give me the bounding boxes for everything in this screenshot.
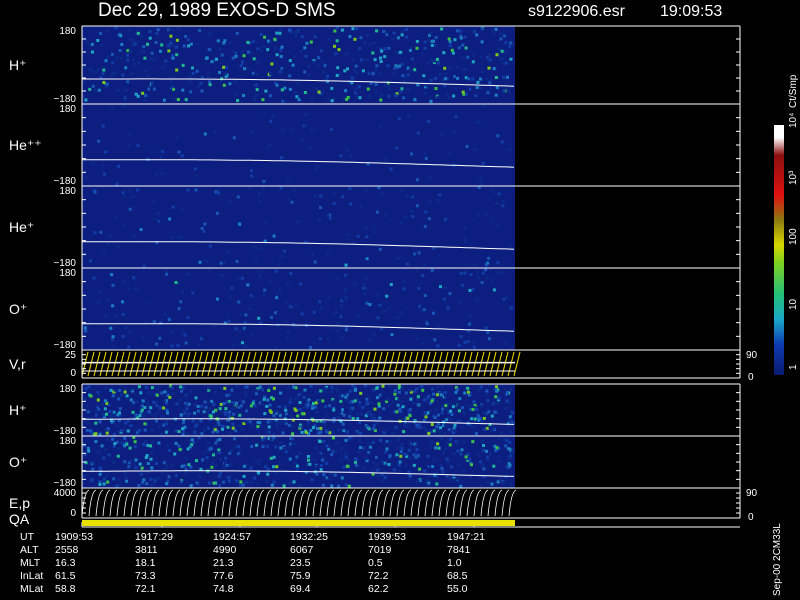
panel-label: He⁺⁺ xyxy=(9,137,42,153)
panel-ep: E,p 4000 0 90 0 xyxy=(9,487,758,523)
panel-stack: H⁺180−180He⁺⁺180−180He⁺180−180O⁺180−180V… xyxy=(9,25,758,527)
panel-label: O⁺ xyxy=(9,454,27,470)
right-max-label: 90 xyxy=(746,350,758,361)
panel-label: H⁺ xyxy=(9,402,27,418)
y-max-label: 4000 xyxy=(54,488,77,499)
y-max-label: 180 xyxy=(59,436,76,447)
ephem-cell: 75.9 xyxy=(290,570,311,582)
ephem-cell: 62.2 xyxy=(368,583,389,595)
ephem-cell: 55.0 xyxy=(447,583,468,595)
line-plot xyxy=(81,351,521,377)
ephem-cell: 3811 xyxy=(135,544,158,556)
ephem-cell: 2558 xyxy=(55,544,79,556)
plot-time: 19:09:53 xyxy=(660,3,722,20)
ephem-cell: 21.3 xyxy=(213,557,234,569)
ephem-cell: 7019 xyxy=(368,544,392,556)
ephem-cell: 69.4 xyxy=(290,583,311,595)
panel-he-pp: He⁺⁺180−180 xyxy=(9,103,741,187)
y-min-label: 0 xyxy=(70,508,76,519)
panel-o-plus-2: O⁺180−180 xyxy=(9,435,741,489)
panel-label: H⁺ xyxy=(9,57,27,73)
y-max-label: 180 xyxy=(59,268,76,279)
panel-o-plus-1: O⁺180−180 xyxy=(9,267,741,351)
ephem-cell: 23.5 xyxy=(290,557,311,569)
sms-plot-window: Dec 29, 1989 EXOS-D SMS s9122906.esr 19:… xyxy=(0,0,800,600)
ephem-cell: 6067 xyxy=(290,544,314,556)
ephem-row-label: InLat xyxy=(20,570,43,582)
right-max-label: 90 xyxy=(746,488,758,499)
panel-h-plus-1: H⁺180−180 xyxy=(9,25,741,105)
line-plot xyxy=(81,489,517,517)
panel-vr: V,r 25 0 90 0 xyxy=(9,349,758,383)
right-min-label: 0 xyxy=(748,512,754,523)
spectrogram-background xyxy=(82,186,515,268)
colorbar-label: 10⁴ xyxy=(788,113,799,128)
file-name: s9122906.esr xyxy=(528,3,626,20)
colorbar-label: 1 xyxy=(788,364,799,370)
y-min-label: 0 xyxy=(70,368,76,379)
panel-label: E,p xyxy=(9,495,30,511)
ephem-cell: 61.5 xyxy=(55,570,76,582)
ephem-cell: 1924:57 xyxy=(213,531,251,543)
ephem-cell: 1932:25 xyxy=(290,531,328,543)
qa-label: QA xyxy=(9,511,30,527)
colorbar-label: 10³ xyxy=(788,170,799,185)
side-note: Sep-00 2CM33L xyxy=(772,523,783,596)
ephem-cell: 73.3 xyxy=(135,570,156,582)
plot-title: Dec 29, 1989 EXOS-D SMS xyxy=(98,0,336,21)
y-max-label: 180 xyxy=(59,104,76,115)
ephem-cell: 1917:29 xyxy=(135,531,173,543)
plot-canvas: Dec 29, 1989 EXOS-D SMS s9122906.esr 19:… xyxy=(9,0,799,596)
ephem-cell: 7841 xyxy=(447,544,471,556)
colorbar-label: 10 xyxy=(788,298,799,310)
right-min-label: 0 xyxy=(748,372,754,383)
ephem-cell: 1.0 xyxy=(447,557,462,569)
ephem-cell: 18.1 xyxy=(135,557,156,569)
ephemeris-table: UT 1909:53 1917:29 1924:57 1932:25 1939:53 194… xyxy=(20,531,485,595)
spectrogram-background xyxy=(82,268,515,350)
ephem-row-label: MLT xyxy=(20,557,41,569)
ephem-cell: 0.5 xyxy=(368,557,383,569)
ephem-cell: 74.8 xyxy=(213,583,234,595)
colorbar-labels: 1 10 100 10³ 10⁴ xyxy=(788,113,799,370)
panel-label: He⁺ xyxy=(9,219,34,235)
ephem-cell: 16.3 xyxy=(55,557,76,569)
ephem-cell: 1947:21 xyxy=(447,531,485,543)
colorbar-unit: Ct/Smp xyxy=(788,74,799,108)
ephem-cell: 1909:53 xyxy=(55,531,93,543)
y-max-label: 180 xyxy=(59,186,76,197)
panel-label: O⁺ xyxy=(9,301,27,317)
ephem-row-label: UT xyxy=(20,531,35,543)
ephem-cell: 68.5 xyxy=(447,570,468,582)
panel-he-plus: He⁺180−180 xyxy=(9,185,741,269)
ephem-cell: 58.8 xyxy=(55,583,76,595)
y-max-label: 180 xyxy=(59,384,76,395)
ephem-cell: 77.6 xyxy=(213,570,234,582)
ephem-cell: 72.2 xyxy=(368,570,389,582)
ephem-cell: 4990 xyxy=(213,544,237,556)
colorbar xyxy=(774,125,784,375)
spectrogram-background xyxy=(82,104,515,186)
panel-h-plus-2: H⁺180−180 xyxy=(9,383,741,437)
y-max-label: 25 xyxy=(65,350,77,361)
ephem-row-label: ALT xyxy=(20,544,39,556)
colorbar-label: 100 xyxy=(788,228,799,245)
qa-bar xyxy=(82,520,515,526)
ephem-cell: 72.1 xyxy=(135,583,156,595)
panel-label: V,r xyxy=(9,356,26,372)
ephem-row-label: MLat xyxy=(20,583,43,595)
ephem-cell: 1939:53 xyxy=(368,531,406,543)
y-max-label: 180 xyxy=(59,26,76,37)
